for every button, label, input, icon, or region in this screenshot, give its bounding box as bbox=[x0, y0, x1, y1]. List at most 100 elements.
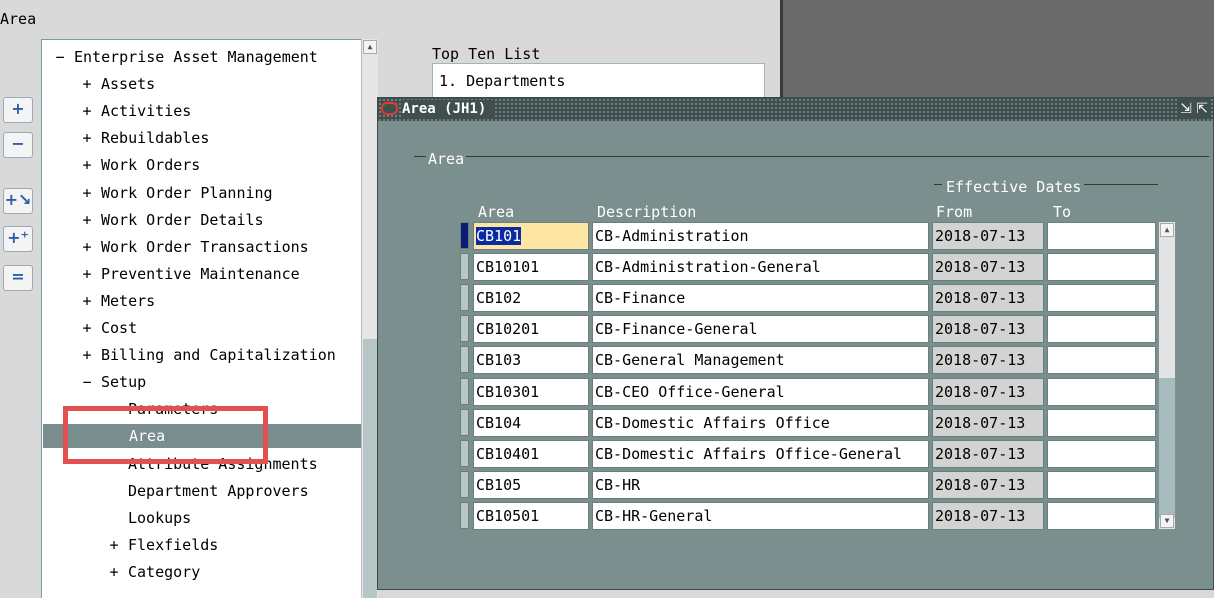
cell-description[interactable]: CB-Finance bbox=[592, 284, 929, 313]
cell-to[interactable] bbox=[1047, 501, 1156, 530]
cell-description[interactable]: CB-Domestic Affairs Office bbox=[592, 408, 929, 437]
tree-item[interactable]: + Category bbox=[42, 560, 200, 584]
cell-from[interactable]: 2018-07-13 bbox=[932, 470, 1044, 499]
tree-item-label: Enterprise Asset Management bbox=[74, 48, 318, 66]
tree-item[interactable]: + Activities bbox=[42, 99, 191, 123]
cell-description[interactable]: CB-General Management bbox=[592, 346, 929, 375]
cell-area[interactable]: CB10401 bbox=[473, 439, 589, 468]
tree-item[interactable]: + Work Order Transactions bbox=[42, 235, 308, 259]
cell-from[interactable]: 2018-07-13 bbox=[932, 377, 1044, 406]
row-selector[interactable] bbox=[460, 470, 469, 498]
tree-item[interactable]: + Work Orders bbox=[42, 153, 200, 177]
cell-from[interactable]: 2018-07-13 bbox=[932, 408, 1044, 437]
cell-area[interactable]: CB10101 bbox=[473, 253, 589, 282]
collapse-all-button[interactable]: = bbox=[3, 265, 33, 291]
cell-from[interactable]: 2018-07-13 bbox=[932, 501, 1044, 530]
navigator-scrollbar[interactable]: ▲ bbox=[361, 39, 378, 598]
row-selector[interactable] bbox=[460, 501, 469, 529]
row-selector[interactable] bbox=[460, 408, 469, 436]
expand-icon[interactable]: + bbox=[73, 262, 101, 286]
row-selector[interactable] bbox=[460, 253, 469, 281]
row-selector[interactable] bbox=[460, 439, 469, 467]
scroll-thumb[interactable] bbox=[1159, 378, 1175, 518]
top-ten-item[interactable]: 1. Departments bbox=[439, 72, 764, 90]
tree-item[interactable]: + Cost bbox=[42, 316, 137, 340]
cell-from[interactable]: 2018-07-13 bbox=[932, 222, 1044, 250]
row-selector[interactable] bbox=[460, 346, 469, 374]
tree-item[interactable]: Lookups bbox=[42, 506, 191, 530]
tree-item[interactable]: + Work Order Planning bbox=[42, 181, 272, 205]
cell-area[interactable]: CB101 bbox=[473, 222, 589, 250]
tree-item[interactable]: + Assets bbox=[42, 72, 155, 96]
cell-to[interactable] bbox=[1047, 470, 1156, 499]
expand-icon[interactable]: + bbox=[73, 99, 101, 123]
expand-branch-button[interactable]: +↘ bbox=[3, 188, 33, 214]
cell-description[interactable]: CB-CEO Office-General bbox=[592, 377, 929, 406]
cell-to[interactable] bbox=[1047, 315, 1156, 344]
cell-area[interactable]: CB10501 bbox=[473, 501, 589, 530]
cell-area[interactable]: CB10201 bbox=[473, 315, 589, 344]
tree-item[interactable]: − Enterprise Asset Management bbox=[42, 45, 318, 69]
cell-to[interactable] bbox=[1047, 253, 1156, 282]
cell-description[interactable]: CB-Administration-General bbox=[592, 253, 929, 282]
cell-description[interactable]: CB-Domestic Affairs Office-General bbox=[592, 439, 929, 468]
cell-area[interactable]: CB103 bbox=[473, 346, 589, 375]
tree-item[interactable]: + Meters bbox=[42, 289, 155, 313]
cell-from[interactable]: 2018-07-13 bbox=[932, 284, 1044, 313]
cell-to[interactable] bbox=[1047, 408, 1156, 437]
expand-icon[interactable]: + bbox=[73, 126, 101, 150]
collapse-icon[interactable]: − bbox=[73, 370, 101, 394]
cell-area[interactable]: CB102 bbox=[473, 284, 589, 313]
scroll-thumb[interactable] bbox=[363, 339, 377, 598]
expand-icon[interactable]: + bbox=[73, 235, 101, 259]
row-selector[interactable] bbox=[460, 377, 469, 405]
tree-item[interactable]: Department Approvers bbox=[42, 479, 309, 503]
scroll-up-icon[interactable]: ▲ bbox=[363, 40, 377, 54]
cell-from[interactable]: 2018-07-13 bbox=[932, 346, 1044, 375]
cell-area[interactable]: CB10301 bbox=[473, 377, 589, 406]
expand-icon[interactable]: + bbox=[73, 289, 101, 313]
scroll-up-icon[interactable]: ▲ bbox=[1160, 223, 1174, 237]
cell-to[interactable] bbox=[1047, 439, 1156, 468]
tree-item[interactable]: − Setup bbox=[42, 370, 146, 394]
tree-item[interactable]: + Work Order Details bbox=[42, 208, 263, 232]
collapse-button[interactable]: − bbox=[3, 132, 33, 158]
cell-description[interactable]: CB-HR bbox=[592, 470, 929, 499]
expand-icon[interactable]: + bbox=[73, 316, 101, 340]
tree-item[interactable]: + Preventive Maintenance bbox=[42, 262, 299, 286]
expand-icon[interactable]: + bbox=[100, 560, 128, 584]
window-controls[interactable]: ⇲ ⇱ bbox=[1178, 99, 1210, 119]
expand-icon[interactable]: + bbox=[100, 533, 128, 557]
row-selector[interactable] bbox=[460, 222, 469, 249]
cell-description[interactable]: CB-Administration bbox=[592, 222, 929, 250]
cell-to[interactable] bbox=[1047, 222, 1156, 250]
cell-description[interactable]: CB-HR-General bbox=[592, 501, 929, 530]
cell-to[interactable] bbox=[1047, 346, 1156, 375]
cell-description-value: CB-Finance-General bbox=[595, 320, 758, 339]
expand-icon[interactable]: + bbox=[73, 72, 101, 96]
cell-from[interactable]: 2018-07-13 bbox=[932, 439, 1044, 468]
expand-button[interactable]: + bbox=[3, 97, 33, 123]
cell-from[interactable]: 2018-07-13 bbox=[932, 253, 1044, 282]
cell-description[interactable]: CB-Finance-General bbox=[592, 315, 929, 344]
expand-icon[interactable]: + bbox=[73, 343, 101, 367]
expand-icon[interactable]: + bbox=[73, 181, 101, 205]
tree-item[interactable]: + Billing and Capitalization bbox=[42, 343, 335, 367]
cell-area[interactable]: CB105 bbox=[473, 470, 589, 499]
expand-all-button[interactable]: +⁺ bbox=[3, 226, 33, 252]
expand-icon[interactable]: + bbox=[73, 208, 101, 232]
cell-area-value: CB10101 bbox=[476, 258, 540, 277]
scroll-down-icon[interactable]: ▼ bbox=[1160, 514, 1174, 528]
expand-icon[interactable]: + bbox=[73, 153, 101, 177]
cell-area[interactable]: CB104 bbox=[473, 408, 589, 437]
tree-item[interactable]: + Flexfields bbox=[42, 533, 218, 557]
collapse-icon[interactable]: − bbox=[46, 45, 74, 69]
row-selector[interactable] bbox=[460, 284, 469, 312]
tree-item[interactable]: + Rebuildables bbox=[42, 126, 209, 150]
cell-to[interactable] bbox=[1047, 377, 1156, 406]
cell-to[interactable] bbox=[1047, 284, 1156, 313]
grid-scrollbar[interactable]: ▲ ▼ bbox=[1158, 221, 1176, 530]
cell-from[interactable]: 2018-07-13 bbox=[932, 315, 1044, 344]
window-title-bar[interactable]: Area (JH1) ⇲ ⇱ bbox=[378, 98, 1213, 121]
row-selector[interactable] bbox=[460, 315, 469, 343]
